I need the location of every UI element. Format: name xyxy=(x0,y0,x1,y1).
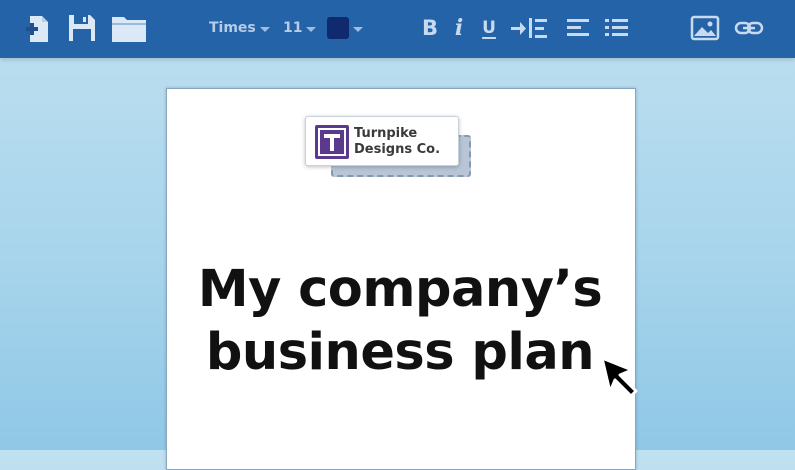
chevron-down-icon xyxy=(353,26,363,32)
logo-mark-icon xyxy=(315,125,349,159)
font-size-select[interactable]: 11 xyxy=(283,17,317,39)
chevron-down-icon xyxy=(306,26,317,32)
underline-button[interactable]: U xyxy=(478,14,500,42)
text-color-swatch xyxy=(327,17,349,39)
company-logo[interactable]: Turnpike Designs Co. xyxy=(305,116,459,166)
bold-label: B xyxy=(421,16,438,40)
font-family-value: Times xyxy=(209,20,256,36)
bold-button[interactable]: B xyxy=(418,15,442,41)
italic-label: i xyxy=(454,15,464,41)
underline-label: U xyxy=(482,18,496,38)
title-line-1: My company’s xyxy=(197,260,603,319)
italic-button[interactable]: i xyxy=(449,15,469,41)
new-document-icon[interactable] xyxy=(26,14,52,44)
document-title[interactable]: My company’s business plan xyxy=(166,258,634,384)
save-icon[interactable] xyxy=(68,14,96,42)
align-left-icon[interactable] xyxy=(567,18,591,38)
link-icon[interactable] xyxy=(734,19,764,37)
font-size-value: 11 xyxy=(283,20,303,36)
indent-icon[interactable] xyxy=(510,17,548,39)
logo-wordmark: Turnpike Designs Co. xyxy=(354,126,456,158)
mouse-pointer-icon xyxy=(598,354,646,406)
bulleted-list-icon[interactable] xyxy=(605,18,629,38)
image-icon[interactable] xyxy=(690,15,720,41)
logo-line-2: Designs Co. xyxy=(354,142,441,157)
chevron-down-icon xyxy=(259,26,270,32)
font-family-select[interactable]: Times xyxy=(209,17,270,39)
title-line-2: business plan xyxy=(205,323,595,382)
text-color-select[interactable] xyxy=(327,17,363,39)
logo-line-1: Turnpike xyxy=(354,126,418,141)
folder-icon[interactable] xyxy=(111,15,147,43)
toolbar: Times 11 B i U xyxy=(0,0,795,58)
